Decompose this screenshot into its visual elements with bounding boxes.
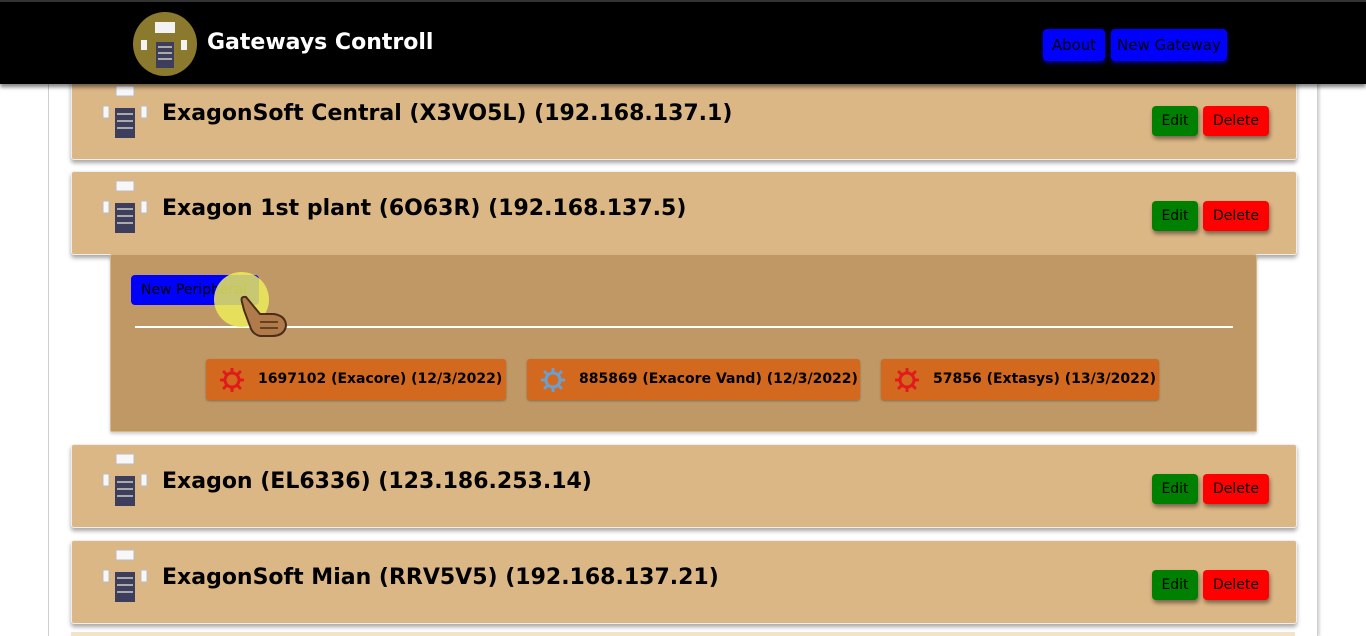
navbar: Gateways Controll About New Gateway (0, 0, 1366, 84)
gateway-icon (102, 180, 148, 233)
gateway-card[interactable]: ExagonSoft Mian (RRV5V5) (192.168.137.21… (71, 540, 1297, 624)
edit-button[interactable]: Edit (1152, 570, 1198, 600)
edit-button[interactable]: Edit (1152, 106, 1198, 136)
gateway-title: ExagonSoft Central (X3VO5L) (192.168.137… (162, 101, 733, 126)
gear-icon (220, 368, 244, 392)
peripheral-label: 885869 (Exacore Vand) (12/3/2022) (579, 371, 858, 387)
edit-button[interactable]: Edit (1152, 474, 1198, 504)
brand-logo[interactable] (133, 12, 197, 76)
gateway-title: Exagon 1st plant (6O63R) (192.168.137.5) (162, 196, 687, 221)
delete-button[interactable]: Delete (1203, 106, 1269, 136)
peripheral-chip[interactable]: 1697102 (Exacore) (12/3/2022) (206, 359, 506, 400)
app-title: Gateways Controll (207, 30, 434, 55)
gateway-icon (102, 85, 148, 138)
gateway-card-partial (71, 632, 1295, 636)
gear-icon (541, 368, 565, 392)
hand-cursor-icon (240, 295, 288, 337)
divider (135, 326, 1233, 328)
gateway-title: ExagonSoft Mian (RRV5V5) (192.168.137.21… (162, 565, 719, 590)
gateway-card[interactable]: Exagon (EL6336) (123.186.253.14) Edit De… (71, 444, 1297, 528)
peripheral-label: 57856 (Extasys) (13/3/2022) (933, 371, 1156, 387)
gateway-title: Exagon (EL6336) (123.186.253.14) (162, 469, 592, 494)
gateway-card[interactable]: Exagon 1st plant (6O63R) (192.168.137.5)… (71, 171, 1297, 255)
peripheral-label: 1697102 (Exacore) (12/3/2022) (258, 371, 503, 387)
gateway-card[interactable]: ExagonSoft Central (X3VO5L) (192.168.137… (71, 76, 1297, 160)
gear-icon (895, 368, 919, 392)
about-button[interactable]: About (1043, 29, 1105, 61)
edit-button[interactable]: Edit (1152, 201, 1198, 231)
gateway-icon (102, 453, 148, 506)
delete-button[interactable]: Delete (1203, 474, 1269, 504)
delete-button[interactable]: Delete (1203, 201, 1269, 231)
delete-button[interactable]: Delete (1203, 570, 1269, 600)
peripheral-chip[interactable]: 57856 (Extasys) (13/3/2022) (881, 359, 1159, 400)
new-gateway-button[interactable]: New Gateway (1111, 29, 1227, 61)
gateway-icon (102, 549, 148, 602)
peripherals-panel: New Peripheral 1697102 (Exacore) (12/3/2… (110, 254, 1257, 432)
peripheral-chip[interactable]: 885869 (Exacore Vand) (12/3/2022) (527, 359, 860, 400)
